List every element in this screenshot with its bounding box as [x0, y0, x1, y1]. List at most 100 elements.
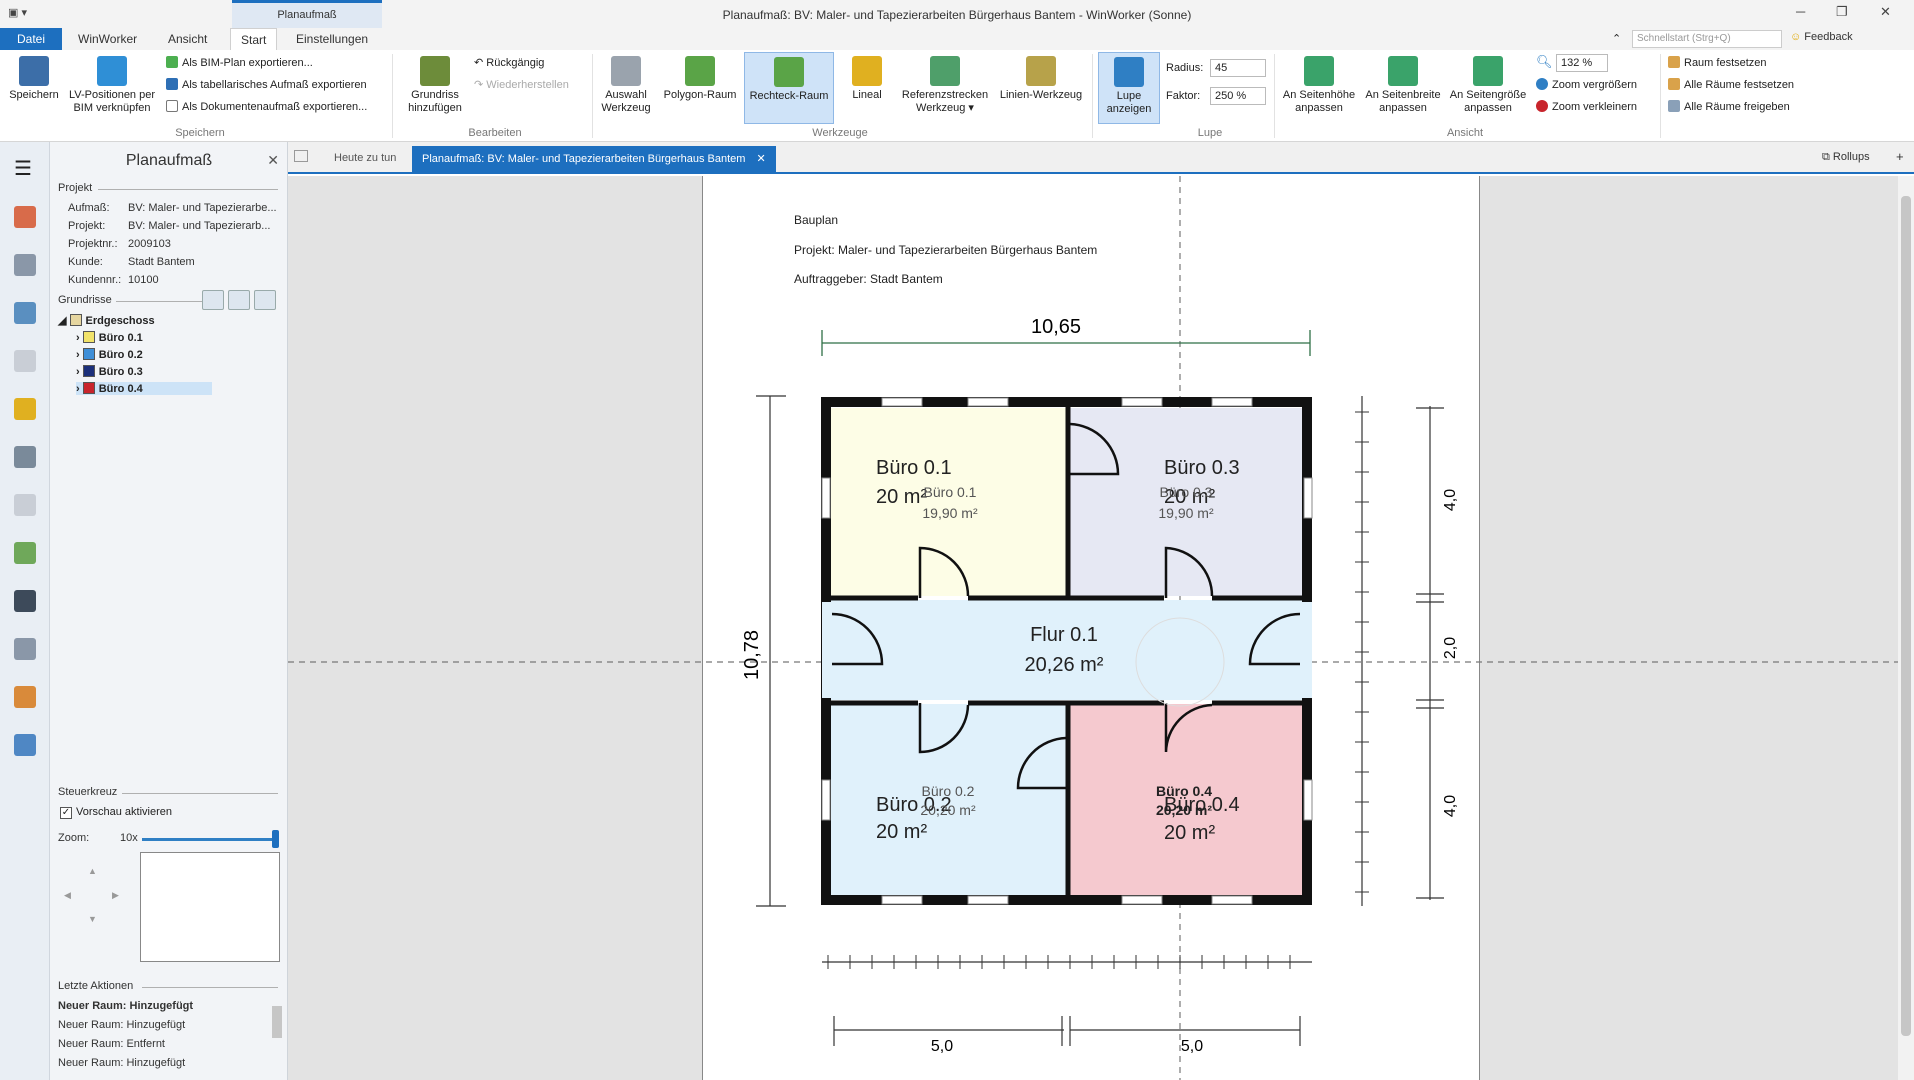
settings-gear-icon[interactable]	[14, 638, 36, 660]
zoom-in-button[interactable]: Zoom vergrößern	[1536, 78, 1637, 91]
preview-checkbox[interactable]: ✓ Vorschau aktivieren	[60, 806, 172, 819]
pan-up-arrow-icon[interactable]: ▲	[88, 866, 97, 876]
collapse-all-button[interactable]	[228, 290, 250, 310]
hamburger-menu-icon[interactable]: ☰	[14, 159, 32, 179]
document-list-icon[interactable]	[14, 350, 36, 372]
tab-ansicht[interactable]: Ansicht	[158, 28, 217, 50]
people-icon[interactable]	[14, 302, 36, 324]
tab-planaufmass[interactable]: Planaufmaß: BV: Maler- und Tapezierarbei…	[412, 146, 776, 172]
zoom-out-button[interactable]: Zoom verkleinern	[1536, 100, 1637, 113]
expand-all-button[interactable]	[202, 290, 224, 310]
group-separator	[1660, 54, 1661, 138]
field-value: 2009103	[128, 238, 171, 250]
tree-room-item[interactable]: › Büro 0.3	[76, 365, 143, 378]
tab-close-icon[interactable]: ✕	[757, 153, 766, 165]
plan-settings-button[interactable]	[254, 290, 276, 310]
magnifier-icon	[1114, 57, 1144, 87]
show-lens-button[interactable]: Lupe anzeigen	[1098, 52, 1160, 124]
export-bim-button[interactable]: Als BIM-Plan exportieren...	[166, 56, 313, 69]
tree-room-item-selected[interactable]: › Büro 0.4	[76, 382, 212, 395]
lock-icon	[1668, 56, 1680, 68]
tree-floor-erdgeschoss[interactable]: ◢ Erdgeschoss	[58, 314, 155, 327]
ruler-button[interactable]: Lineal	[840, 56, 894, 102]
collapse-ribbon-icon[interactable]: ⌃	[1612, 32, 1621, 45]
table-grid-icon[interactable]	[14, 254, 36, 276]
add-rollup-icon[interactable]: +	[1896, 149, 1904, 164]
release-all-button[interactable]: Alle Räume freigeben	[1668, 100, 1790, 113]
tab-start[interactable]: Start	[230, 28, 278, 50]
room-label: Büro 0.4	[98, 383, 143, 395]
panel-toggle-icon[interactable]	[294, 150, 308, 162]
ref-tool-label: Referenzstrecken Werkzeug	[901, 89, 989, 114]
feedback-button[interactable]: ☺ Feedback	[1790, 31, 1853, 43]
tab-datei[interactable]: Datei	[0, 28, 62, 50]
group-label-tools: Werkzeuge	[812, 127, 868, 139]
export-table-button[interactable]: Als tabellarisches Aufmaß exportieren	[166, 78, 367, 91]
minimize-button[interactable]: ─	[1796, 4, 1805, 19]
ruler-icon	[852, 56, 882, 86]
fix-all-button[interactable]: Alle Räume festsetzen	[1668, 78, 1794, 91]
panel-close-icon[interactable]: ✕	[267, 152, 279, 169]
tree-room-item[interactable]: › Büro 0.1	[76, 331, 143, 344]
scrollbar-thumb[interactable]	[1901, 196, 1911, 1036]
redo-icon: ↷	[474, 79, 487, 91]
line-tool-button[interactable]: Linien-Werkzeug	[994, 56, 1088, 102]
export-doc-label: Als Dokumentenaufmaß exportieren...	[182, 101, 368, 113]
pan-down-arrow-icon[interactable]: ▼	[88, 914, 97, 924]
restore-button[interactable]: ❐	[1836, 4, 1848, 20]
preview-box[interactable]	[140, 852, 280, 962]
fit-page-button[interactable]: An Seitengröße anpassen	[1446, 56, 1530, 115]
zoom-out-icon	[1536, 100, 1548, 112]
zoom-slider-track[interactable]	[142, 838, 278, 841]
ruler-label: Lineal	[852, 89, 882, 101]
group-separator	[592, 54, 593, 138]
radius-input[interactable]: 45	[1210, 59, 1266, 77]
plan-sheet[interactable]	[702, 176, 1480, 1080]
package-icon[interactable]	[14, 686, 36, 708]
actions-scrollbar[interactable]	[272, 1006, 282, 1038]
room-color-swatch	[82, 382, 95, 394]
export-doc-button[interactable]: Als Dokumentenaufmaß exportieren...	[166, 100, 367, 113]
lv-link-button[interactable]: LV-Positionen per BIM verknüpfen	[64, 56, 160, 115]
undo-label: Rückgängig	[486, 57, 545, 69]
group-label-view: Ansicht	[1446, 127, 1484, 139]
fit-height-button[interactable]: An Seitenhöhe anpassen	[1278, 56, 1360, 115]
select-tool-button[interactable]: Auswahl Werkzeug	[596, 56, 656, 115]
rollups-button[interactable]: ⧉ Rollups	[1822, 151, 1870, 164]
tab-einstellungen[interactable]: Einstellungen	[286, 28, 378, 50]
save-button[interactable]: Speichern	[6, 56, 62, 102]
shapes-icon[interactable]	[14, 542, 36, 564]
room-color-swatch	[82, 331, 95, 343]
quick-search-input[interactable]: Schnellstart (Strg+Q)	[1632, 30, 1782, 48]
tab-winworker[interactable]: WinWorker	[68, 28, 147, 50]
zoom-input[interactable]: 132 %	[1556, 54, 1608, 72]
rect-room-button[interactable]: Rechteck-Raum	[744, 52, 834, 124]
factor-input[interactable]: 250 %	[1210, 87, 1266, 105]
floor-folder-icon	[69, 314, 82, 326]
bim-cube-icon	[97, 56, 127, 86]
pan-left-arrow-icon[interactable]: ◀	[64, 890, 71, 901]
measure-triangle-icon[interactable]	[14, 398, 36, 420]
fix-room-button[interactable]: Raum festsetzen	[1668, 56, 1767, 69]
fit-width-button[interactable]: An Seitenbreite anpassen	[1362, 56, 1444, 115]
report-icon[interactable]	[14, 494, 36, 516]
pan-right-arrow-icon[interactable]: ▶	[112, 890, 119, 901]
add-plan-button[interactable]: Grundriss hinzufügen	[400, 56, 470, 115]
unlock-icon	[1668, 100, 1680, 112]
close-window-button[interactable]: ✕	[1880, 4, 1891, 20]
vertical-scrollbar[interactable]	[1898, 176, 1914, 1080]
calculator-icon[interactable]	[14, 590, 36, 612]
tab-today[interactable]: Heute zu tun	[324, 146, 406, 172]
tree-room-item[interactable]: › Büro 0.2	[76, 348, 143, 361]
zoom-slider-thumb[interactable]	[272, 830, 279, 848]
polygon-room-button[interactable]: Polygon-Raum	[660, 56, 740, 102]
machine-icon[interactable]	[14, 446, 36, 468]
lock-all-icon	[1668, 78, 1680, 90]
calendar-icon[interactable]	[14, 206, 36, 228]
group-label-lens: Lupe	[1197, 127, 1223, 139]
ref-tool-button[interactable]: Referenzstrecken Werkzeug ▾	[898, 56, 992, 115]
planaufmass-icon[interactable]	[14, 734, 36, 756]
undo-button[interactable]: ↶ Rückgängig	[474, 56, 544, 69]
fit-page-icon	[1473, 56, 1503, 86]
redo-button[interactable]: ↷ Wiederherstellen	[474, 78, 569, 91]
